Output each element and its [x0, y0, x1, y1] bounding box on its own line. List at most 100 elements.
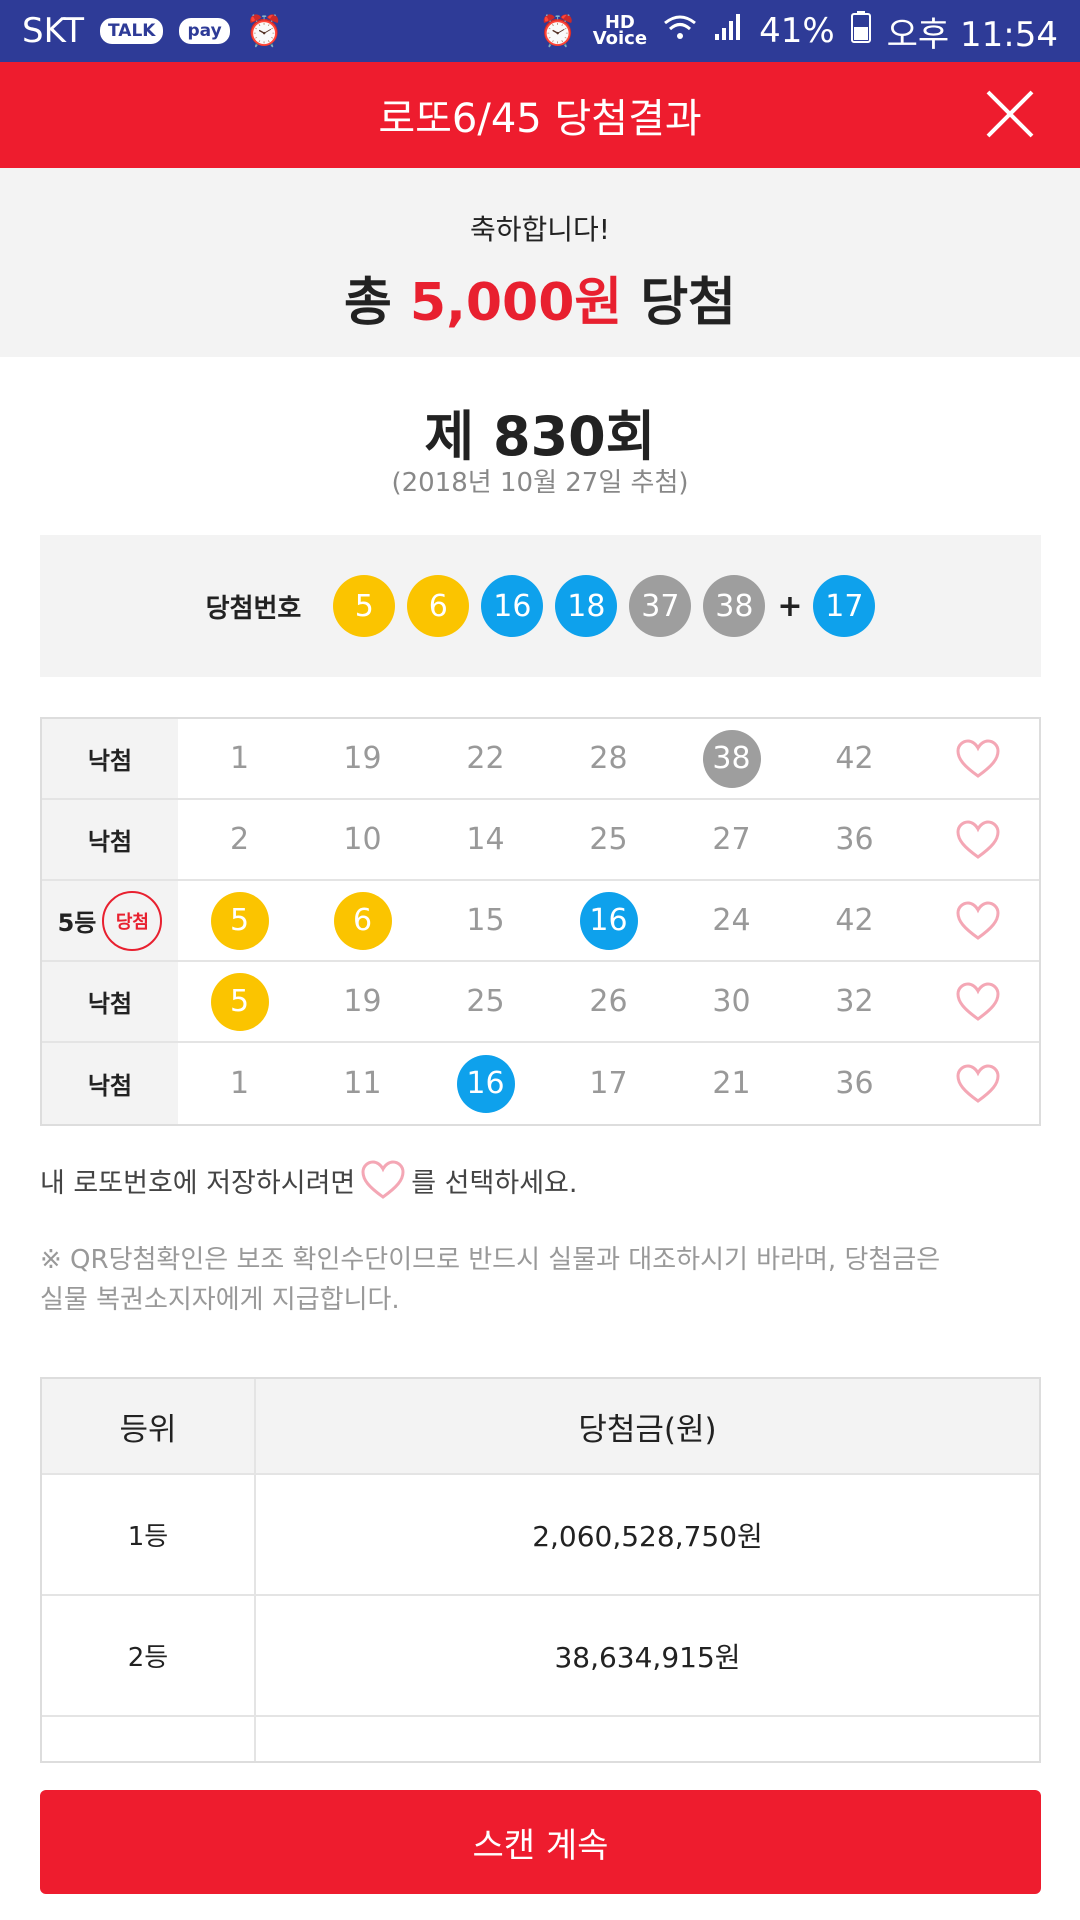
ticket-number: 1 — [229, 1066, 250, 1101]
ticket-number: 36 — [835, 822, 874, 857]
save-heart-button[interactable] — [916, 981, 1039, 1022]
ticket-number: 28 — [589, 741, 628, 776]
matched-ball: 5 — [210, 891, 269, 950]
alarm-clock-icon: ⏰ — [539, 13, 577, 49]
voice-label: Voice — [592, 28, 648, 49]
ticket-number: 21 — [712, 1066, 751, 1101]
ticket-number: 1 — [229, 741, 250, 776]
save-heart-button[interactable] — [916, 1063, 1039, 1104]
ticket-number: 30 — [712, 984, 751, 1019]
carrier-label: SKT — [22, 11, 85, 51]
ticket-number: 11 — [343, 1066, 382, 1101]
ticket-number-matched: 16 — [547, 891, 670, 950]
prize-rank: 1등 — [42, 1475, 256, 1594]
ticket-status: 낙첨 — [42, 962, 178, 1041]
total-winnings: 총 5,000원 당첨 — [0, 260, 1080, 335]
ticket-numbers: 5 6 15 16 24 42 — [178, 881, 1039, 960]
ticket-table: 낙첨 1 19 22 28 38 42 낙첨 2 10 14 25 27 36 — [40, 717, 1041, 1126]
ticket-number-matched: 6 — [301, 891, 424, 950]
prize-table: 등위 당첨금(원) 1등 2,060,528,750원 2등 38,634,91… — [40, 1377, 1041, 1763]
congrats-banner: 축하합니다! 총 5,000원 당첨 — [0, 168, 1080, 357]
rank-header: 등위 — [42, 1379, 256, 1473]
notice-line: ※ QR당첨확인은 보조 확인수단이므로 반드시 실물과 대조하시기 바라며, … — [40, 1245, 941, 1275]
save-hint-text-after: 를 선택하세요. — [411, 1167, 578, 1199]
winning-numbers: 당첨번호 5 6 16 18 37 38 + 17 — [40, 535, 1041, 677]
ticket-number: 14 — [466, 822, 505, 857]
bonus-ball: 17 — [813, 575, 876, 637]
page-title: 로또6/45 당첨결과 — [378, 96, 702, 142]
win-stamp: 당첨 — [102, 890, 163, 951]
ticket-number: 2 — [229, 822, 250, 857]
winning-ball: 18 — [555, 575, 618, 637]
heart-outline-icon — [955, 900, 1000, 940]
total-prefix: 총 — [343, 273, 392, 333]
ticket-number: 19 — [343, 741, 382, 776]
prize-rank: 2등 — [42, 1596, 256, 1715]
ticket-number: 32 — [835, 984, 874, 1019]
ticket-rank: 5등 — [57, 909, 97, 937]
ticket-number: 27 — [712, 822, 751, 857]
winning-ball: 38 — [703, 575, 766, 637]
ticket-status: 낙첨 — [42, 719, 178, 798]
scan-continue-button[interactable]: 스캔 계속 — [40, 1790, 1041, 1894]
winning-ball: 6 — [407, 575, 470, 637]
save-heart-button[interactable] — [916, 900, 1039, 941]
ticket-row: 낙첨 5 19 25 26 30 32 — [42, 962, 1039, 1043]
ticket-number-matched: 16 — [424, 1054, 547, 1113]
save-heart-button[interactable] — [916, 819, 1039, 860]
ticket-row: 낙첨 1 11 16 17 21 36 — [42, 1043, 1039, 1124]
matched-ball: 6 — [333, 891, 392, 950]
save-hint-text: 내 로또번호에 저장하시려면 — [40, 1167, 356, 1199]
ticket-number: 26 — [589, 984, 628, 1019]
total-amount: 5,000원 — [409, 273, 623, 333]
winning-ball: 37 — [629, 575, 692, 637]
ticket-number-matched: 5 — [178, 891, 301, 950]
prize-row: 3등 1,440,048원 — [42, 1717, 1039, 1761]
ticket-number: 17 — [589, 1066, 628, 1101]
clock: 오후 11:54 — [886, 14, 1058, 55]
save-heart-button[interactable] — [916, 738, 1039, 779]
draw-date: (2018년 10월 27일 추첨) — [391, 468, 689, 498]
prize-row: 2등 38,634,915원 — [42, 1596, 1039, 1717]
close-button[interactable] — [980, 84, 1040, 144]
ticket-row: 낙첨 1 19 22 28 38 42 — [42, 719, 1039, 800]
prize-table-header: 등위 당첨금(원) — [42, 1379, 1039, 1475]
ticket-number: 10 — [343, 822, 382, 857]
ticket-number-matched: 5 — [178, 972, 301, 1031]
winning-ball: 16 — [481, 575, 544, 637]
ticket-numbers: 1 19 22 28 38 42 — [178, 719, 1039, 798]
ticket-numbers: 5 19 25 26 30 32 — [178, 962, 1039, 1041]
notice: ※ QR당첨확인은 보조 확인수단이므로 반드시 실물과 대조하시기 바라며, … — [40, 1240, 1041, 1320]
wifi-icon — [663, 11, 697, 51]
ticket-number-matched: 38 — [670, 729, 793, 788]
hd-voice-icon: HD Voice — [592, 14, 648, 49]
kakao-talk-icon: TALK — [100, 18, 164, 44]
battery-percent: 41% — [759, 11, 835, 51]
signal-icon — [713, 11, 743, 51]
winning-numbers-label: 당첨번호 — [205, 593, 302, 624]
ticket-number: 36 — [835, 1066, 874, 1101]
prize-amount: 1,440,048원 — [256, 1717, 1039, 1761]
close-icon — [986, 90, 1034, 138]
winning-ball: 5 — [333, 575, 396, 637]
heart-outline-icon — [955, 1063, 1000, 1103]
title-bar: 로또6/45 당첨결과 — [0, 62, 1080, 168]
battery-icon — [850, 10, 871, 52]
ticket-number: 15 — [466, 903, 505, 938]
ticket-row: 낙첨 2 10 14 25 27 36 — [42, 800, 1039, 881]
ticket-status: 5등 당첨 — [42, 881, 178, 960]
ticket-status: 낙첨 — [42, 800, 178, 879]
ticket-row: 5등 당첨 5 6 15 16 24 42 — [42, 881, 1039, 962]
matched-ball: 5 — [210, 972, 269, 1031]
total-suffix: 당첨 — [640, 273, 737, 333]
round-title: 제 830회 — [424, 405, 656, 468]
status-bar: SKT TALK pay ⏰ ⏰ HD Voice 41% 오후 11:54 — [0, 0, 1080, 62]
ticket-number: 24 — [712, 903, 751, 938]
ticket-number: 19 — [343, 984, 382, 1019]
heart-outline-icon — [955, 738, 1000, 778]
matched-ball: 16 — [579, 891, 638, 950]
notice-line: 실물 복권소지자에게 지급합니다. — [40, 1285, 400, 1315]
heart-outline-icon — [955, 819, 1000, 859]
save-hint: 내 로또번호에 저장하시려면 를 선택하세요. — [40, 1160, 1041, 1200]
amount-header: 당첨금(원) — [578, 1411, 717, 1448]
